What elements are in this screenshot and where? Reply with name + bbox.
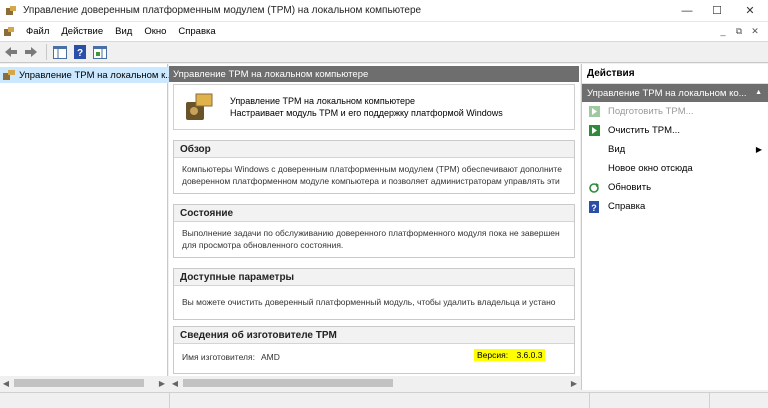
status-segment-2: [170, 393, 590, 408]
center-pane: Управление TPM на локальном компьютере У…: [169, 64, 580, 390]
svg-text:?: ?: [77, 48, 83, 59]
mdi-controls: _ ⧉ ✕: [716, 26, 762, 37]
mdi-minimize-button[interactable]: _: [716, 26, 730, 37]
action-prepare-tpm-label: Подготовить TPM...: [608, 106, 694, 117]
scroll-thumb[interactable]: [14, 379, 144, 387]
menu-window[interactable]: Окно: [138, 26, 172, 37]
tpm-version-value: 3.6.0.3: [516, 350, 543, 360]
clear-tpm-icon: [588, 125, 600, 137]
scroll-left-icon[interactable]: ◀: [0, 379, 12, 388]
center-scroll-right-icon[interactable]: ▶: [568, 379, 580, 388]
center-scroll-thumb[interactable]: [183, 379, 393, 387]
overview-heading[interactable]: Обзор: [174, 141, 574, 158]
status-section: Состояние Выполнение задачи по обслужива…: [173, 204, 575, 258]
intro-title: Управление TPM на локальном компьютере: [230, 96, 415, 106]
show-action-pane-icon: [93, 45, 107, 59]
status-segment-3: [590, 393, 710, 408]
action-view[interactable]: Вид ▶: [582, 140, 768, 159]
intro-subtitle: Настраивает модуль TPM и его поддержку п…: [230, 108, 503, 118]
menu-view[interactable]: Вид: [109, 26, 138, 37]
status-body: Выполнение задачи по обслуживанию довере…: [174, 222, 574, 251]
forward-button[interactable]: [22, 43, 40, 61]
status-segment-1: [0, 393, 170, 408]
tree-item-tpm[interactable]: Управление TPM на локальном к...: [0, 67, 173, 83]
intro-texts: Управление TPM на локальном компьютере Н…: [230, 95, 503, 119]
mdi-close-button[interactable]: ✕: [748, 26, 762, 37]
toolbar: ?: [0, 41, 768, 63]
manufacturer-name-label: Имя изготовителя:: [182, 352, 255, 362]
action-help-label: Справка: [608, 201, 646, 212]
tpm-app-icon: [6, 5, 16, 15]
manufacturer-name-value: AMD: [260, 352, 280, 362]
action-help[interactable]: ? Справка: [582, 197, 768, 216]
actions-heading: Действия: [582, 64, 768, 84]
tpm-chip-icon: [186, 93, 213, 120]
title-bar: Управление доверенным платформенным моду…: [0, 0, 768, 22]
status-bar: [0, 392, 768, 408]
status-heading[interactable]: Состояние: [174, 205, 574, 222]
options-body: Вы можете очистить доверенный платформен…: [174, 286, 574, 308]
svg-text:?: ?: [591, 203, 597, 213]
menu-file[interactable]: Файл: [20, 26, 55, 37]
overview-line-1: Компьютеры Windows с доверенным платформ…: [182, 164, 562, 174]
actions-subheading-label: Управление TPM на локальном ко...: [587, 87, 747, 99]
manufacturer-section: Сведения об изготовителе TPM Имя изготов…: [173, 326, 575, 374]
window-title: Управление доверенным платформенным моду…: [23, 5, 422, 16]
center-horizontal-scrollbar[interactable]: ◀ ▶: [169, 376, 580, 390]
options-line-1: Вы можете очистить доверенный платформен…: [182, 297, 556, 307]
center-header: Управление TPM на локальном компьютере: [169, 66, 579, 82]
manufacturer-heading[interactable]: Сведения об изготовителе TPM: [174, 327, 574, 344]
center-scroll-left-icon[interactable]: ◀: [169, 379, 181, 388]
console-tree: Управление TPM на локальном к... ◀ ▶: [0, 64, 173, 390]
help-button[interactable]: ?: [71, 43, 89, 61]
status-line-1: Выполнение задачи по обслуживанию довере…: [182, 228, 560, 238]
menu-help[interactable]: Справка: [172, 26, 221, 37]
toolbar-separator: [46, 44, 47, 60]
tpm-menu-icon[interactable]: [3, 26, 15, 38]
tpm-version-label: Версия:: [477, 350, 509, 360]
submenu-arrow-icon: ▶: [755, 145, 762, 154]
actions-pane: Действия Управление TPM на локальном ко.…: [581, 64, 768, 390]
minimize-button[interactable]: —: [672, 0, 702, 22]
intro-panel: Управление TPM на локальном компьютере Н…: [173, 84, 575, 130]
action-prepare-tpm[interactable]: Подготовить TPM...: [582, 102, 768, 121]
menu-bar: Файл Действие Вид Окно Справка _ ⧉ ✕: [0, 22, 768, 41]
action-clear-tpm[interactable]: Очистить TPM...: [582, 121, 768, 140]
show-action-pane-button[interactable]: [91, 43, 109, 61]
close-button[interactable]: ✕: [732, 0, 768, 22]
action-clear-tpm-label: Очистить TPM...: [608, 125, 680, 136]
status-line-2: для просмотра обновленного состояния.: [182, 240, 344, 250]
tree-item-label: Управление TPM на локальном к...: [19, 69, 169, 81]
forward-icon: [25, 47, 37, 57]
console-tree-button[interactable]: [51, 43, 69, 61]
options-heading[interactable]: Доступные параметры: [174, 269, 574, 286]
collapse-caret-icon[interactable]: ▲: [755, 89, 762, 96]
prepare-tpm-icon: [588, 106, 600, 118]
action-view-label: Вид: [608, 144, 626, 155]
overview-section: Обзор Компьютеры Windows с доверенным пл…: [173, 140, 575, 194]
maximize-button[interactable]: ☐: [702, 0, 732, 22]
help-icon: ?: [74, 45, 86, 59]
actions-subheading[interactable]: Управление TPM на локальном ко... ▲: [582, 84, 768, 102]
tree-item-selection: Управление TPM на локальном к...: [0, 67, 173, 83]
menu-action[interactable]: Действие: [55, 26, 109, 37]
scroll-right-icon[interactable]: ▶: [156, 379, 168, 388]
overview-body: Компьютеры Windows с доверенным платформ…: [174, 158, 574, 187]
tree-horizontal-scrollbar[interactable]: ◀ ▶: [0, 376, 168, 390]
action-refresh-label: Обновить: [608, 182, 652, 193]
help-book-icon: ?: [588, 200, 600, 213]
action-refresh[interactable]: Обновить: [582, 178, 768, 197]
console-tree-icon: [53, 45, 67, 59]
tpm-icon: [3, 70, 15, 80]
overview-line-2: доверенном платформенном модуле компьюте…: [182, 176, 560, 186]
action-new-window-label: Новое окно отсюда: [608, 163, 693, 174]
back-button[interactable]: [2, 43, 20, 61]
mdi-restore-button[interactable]: ⧉: [732, 26, 746, 37]
tpm-version-highlight: Версия: 3.6.0.3: [474, 349, 546, 361]
options-section: Доступные параметры Вы можете очистить д…: [173, 268, 575, 320]
refresh-icon: [588, 182, 600, 194]
back-icon: [5, 47, 17, 57]
action-new-window[interactable]: Новое окно отсюда: [582, 159, 768, 178]
